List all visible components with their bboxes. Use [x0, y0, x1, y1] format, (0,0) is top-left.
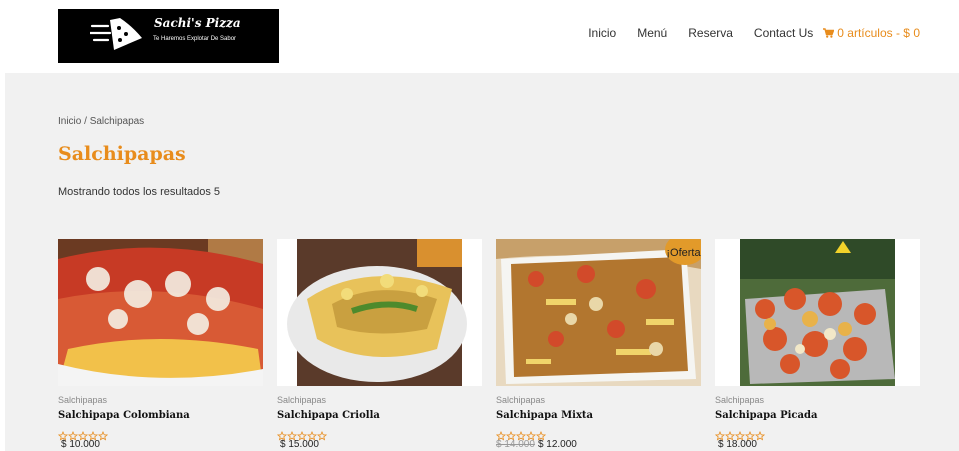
- result-count: Mostrando todos los resultados 5: [58, 186, 221, 198]
- product-current-price: $ 18.000: [718, 439, 757, 450]
- product-price: $ 10.000: [58, 439, 263, 450]
- product-card: Salchipapas Salchipapa Colombiana $ 10.0…: [57, 239, 263, 450]
- breadcrumb-current: Salchipapas: [89, 116, 145, 127]
- pizza-slice-icon: [90, 18, 142, 50]
- product-old-price: $ 14.000: [496, 439, 535, 450]
- product-price: $ 18.000: [715, 439, 920, 450]
- star-rating: [495, 426, 701, 441]
- product-name[interactable]: Salchipapa Mixta: [496, 410, 701, 421]
- product-card: Salchipapas Salchipapa Picada $ 18.000: [714, 239, 920, 450]
- site-header: Sachi's Pizza Te Haremos Explotar De Sab…: [0, 0, 959, 73]
- product-current-price: $ 12.000: [537, 439, 577, 450]
- breadcrumb: Inicio / Salchipapas: [58, 116, 144, 127]
- nav-item-inicio[interactable]: Inicio: [588, 26, 616, 40]
- main-navigation: Inicio Menú Reserva Contact Us 0 artícul…: [588, 26, 920, 40]
- star-rating: [276, 426, 482, 441]
- breadcrumb-home-link[interactable]: Inicio: [58, 116, 81, 127]
- product-category: Salchipapas: [277, 395, 327, 405]
- product-current-price: $ 15.000: [280, 439, 319, 450]
- product-category: Salchipapas: [496, 395, 546, 405]
- breadcrumb-separator: /: [81, 116, 90, 127]
- site-logo[interactable]: Sachi's Pizza Te Haremos Explotar De Sab…: [58, 9, 279, 63]
- product-image[interactable]: ¡Oferta!: [496, 239, 701, 386]
- product-name[interactable]: Salchipapa Colombiana: [58, 410, 263, 421]
- product-category: Salchipapas: [58, 395, 108, 405]
- star-rating: [57, 426, 263, 441]
- product-image[interactable]: [715, 239, 920, 386]
- logo-title: Sachi's Pizza: [154, 16, 241, 30]
- nav-item-contact-us[interactable]: Contact Us: [754, 26, 813, 40]
- product-current-price: $ 10.000: [61, 439, 100, 450]
- page-title: Salchipapas: [58, 143, 186, 165]
- product-price: $ 14.000 $ 12.000: [496, 439, 701, 450]
- product-card: ¡Oferta! Salchipapas Salchipapa Mixta $ …: [495, 239, 701, 450]
- product-name[interactable]: Salchipapa Criolla: [277, 410, 482, 421]
- product-price: $ 15.000: [277, 439, 482, 450]
- star-rating: [714, 426, 920, 441]
- cart-icon: [823, 28, 835, 38]
- product-name[interactable]: Salchipapa Picada: [715, 410, 920, 421]
- nav-item-menu[interactable]: Menú: [637, 26, 667, 40]
- product-image[interactable]: [58, 239, 263, 386]
- product-image[interactable]: [277, 239, 482, 386]
- product-card: Salchipapas Salchipapa Criolla $ 15.000: [276, 239, 482, 450]
- cart-summary: 0 artículos - $ 0: [837, 26, 920, 40]
- cart-link[interactable]: 0 artículos - $ 0: [823, 26, 920, 40]
- product-category: Salchipapas: [715, 395, 765, 405]
- nav-item-reserva[interactable]: Reserva: [688, 26, 733, 40]
- main-content: Inicio / Salchipapas Salchipapas Mostran…: [5, 73, 959, 451]
- logo-tagline: Te Haremos Explotar De Sabor: [153, 36, 237, 42]
